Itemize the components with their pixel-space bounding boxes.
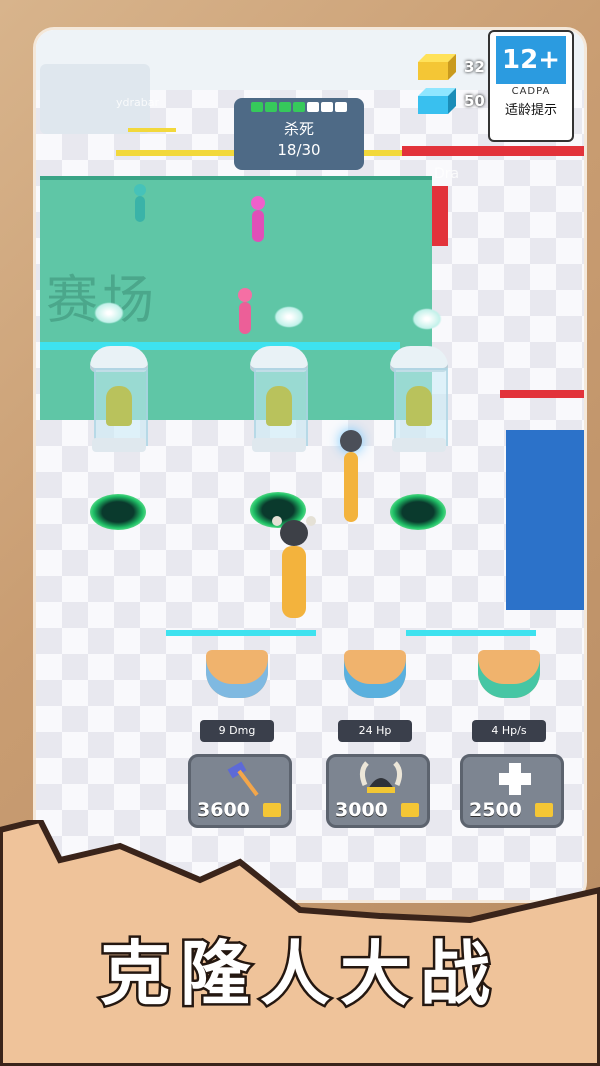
kill-count: 18/30: [277, 141, 321, 159]
clone-pod[interactable]: [390, 346, 448, 456]
coin-icon: [535, 803, 553, 817]
coin-icon: [263, 803, 281, 817]
kill-progress-segment: [335, 102, 347, 112]
blue-rail: [406, 630, 536, 636]
goal-frame: [128, 128, 176, 132]
enemy-character: [130, 184, 150, 224]
viking-helmet-icon: [359, 761, 403, 793]
red-wall: [402, 146, 584, 156]
enemy-character: [234, 288, 256, 336]
player-name-tag: ydrabar: [116, 96, 160, 109]
swirl-spawner: [94, 302, 124, 324]
coin-icon: [401, 803, 419, 817]
gold-amount: 32: [464, 58, 485, 76]
gold-cube-icon: [418, 54, 456, 80]
pedestal: [478, 650, 540, 698]
clone-body: [106, 386, 132, 426]
buy-hammer-button[interactable]: 3600: [188, 754, 292, 828]
kill-title: 杀死: [283, 120, 314, 138]
pod-base: [392, 438, 446, 452]
clone-body: [406, 386, 432, 426]
gold-resource: 32: [418, 54, 498, 86]
age-rating-badge: 12+ CADPA 适龄提示: [488, 30, 574, 142]
green-portal[interactable]: [390, 494, 446, 530]
plus-icon: [499, 763, 531, 795]
water-pool: [506, 430, 584, 610]
player-character[interactable]: [272, 516, 316, 626]
red-wall: [500, 390, 584, 398]
pod-base: [252, 438, 306, 452]
blue-amount: 50: [464, 92, 485, 110]
kill-progress-segment: [265, 102, 277, 112]
blue-resource: 50: [418, 88, 498, 120]
kill-counter-panel: 杀死 18/30: [234, 98, 364, 170]
kill-progress-bar: [234, 102, 364, 112]
kill-progress-segment: [307, 102, 319, 112]
enemy-character: [246, 196, 270, 244]
blue-rail: [166, 630, 316, 636]
kill-progress-segment: [251, 102, 263, 112]
hammer-icon: [227, 761, 259, 797]
shop-stat-label: 4 Hp/s: [472, 720, 546, 742]
red-gate: [432, 186, 448, 246]
clone-body: [266, 386, 292, 426]
game-viewport[interactable]: 赛场 ydrabar Dra 杀死 18/30 32 50 9 Dmg 3600…: [36, 30, 584, 900]
blue-cube-icon: [418, 88, 456, 114]
helmet-price: 3000: [335, 799, 388, 821]
clone-ally-character: [336, 430, 366, 530]
clone-pod[interactable]: [90, 346, 148, 456]
rating-tip: 适龄提示: [504, 103, 557, 118]
shop-stat-label: 9 Dmg: [200, 720, 274, 742]
green-portal[interactable]: [90, 494, 146, 530]
kill-progress-segment: [321, 102, 333, 112]
rating-org: CADPA: [511, 86, 551, 97]
player-name-tag: Dra: [434, 166, 460, 182]
kill-progress-segment: [279, 102, 291, 112]
shop-stat-label: 24 Hp: [338, 720, 412, 742]
promo-headline: 克隆人大战: [98, 931, 500, 1018]
pedestal: [344, 650, 406, 698]
buy-regen-button[interactable]: 2500: [460, 754, 564, 828]
pedestal: [206, 650, 268, 698]
pod-base: [92, 438, 146, 452]
clone-pod[interactable]: [250, 346, 308, 456]
buy-helmet-button[interactable]: 3000: [326, 754, 430, 828]
hammer-price: 3600: [197, 799, 250, 821]
swirl-spawner: [412, 308, 442, 330]
swirl-spawner: [274, 306, 304, 328]
age-rating-value: 12+: [496, 36, 566, 84]
kill-progress-segment: [293, 102, 305, 112]
regen-price: 2500: [469, 799, 522, 821]
